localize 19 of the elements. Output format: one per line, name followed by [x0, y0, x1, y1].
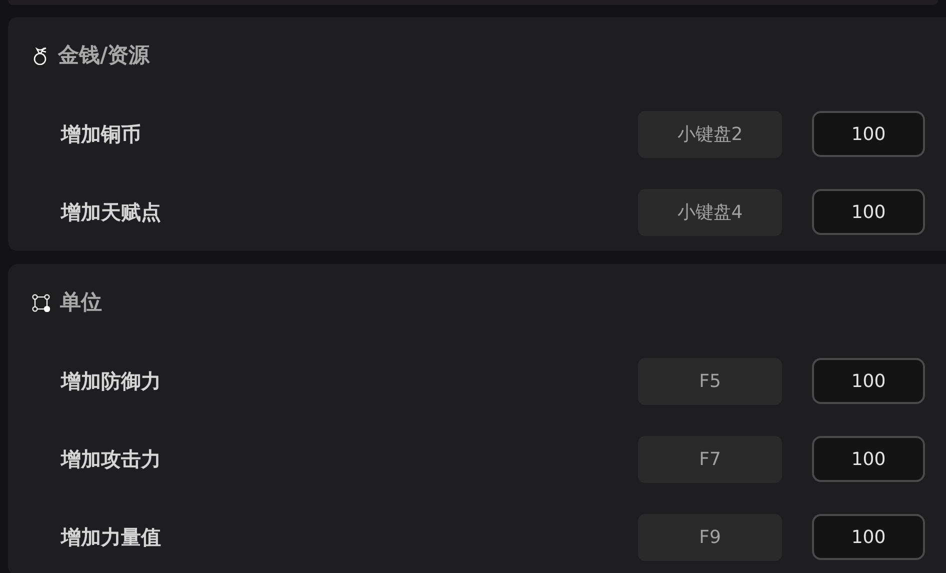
option-label: 增加力量值: [61, 524, 162, 551]
option-label: 增加天赋点: [61, 199, 162, 226]
option-label: 增加防御力: [61, 368, 162, 395]
node-square-icon: [32, 294, 50, 312]
value-field[interactable]: 100: [812, 111, 925, 157]
option-label: 增加铜币: [61, 121, 142, 148]
value-field[interactable]: 100: [812, 189, 925, 235]
value-field[interactable]: 100: [812, 514, 925, 560]
hotkey-button[interactable]: 小键盘2: [638, 110, 782, 158]
section-title: 单位: [60, 289, 102, 316]
value-field[interactable]: 100: [812, 358, 925, 404]
section-title: 金钱/资源: [58, 42, 150, 70]
hotkey-button[interactable]: F5: [638, 358, 782, 404]
hotkey-button[interactable]: F9: [638, 514, 782, 560]
hotkey-button[interactable]: F7: [638, 436, 782, 482]
money-bag-icon: [32, 47, 48, 65]
value-field[interactable]: 100: [812, 436, 925, 482]
option-label: 增加攻击力: [61, 446, 162, 473]
hotkey-button[interactable]: 小键盘4: [638, 188, 782, 236]
